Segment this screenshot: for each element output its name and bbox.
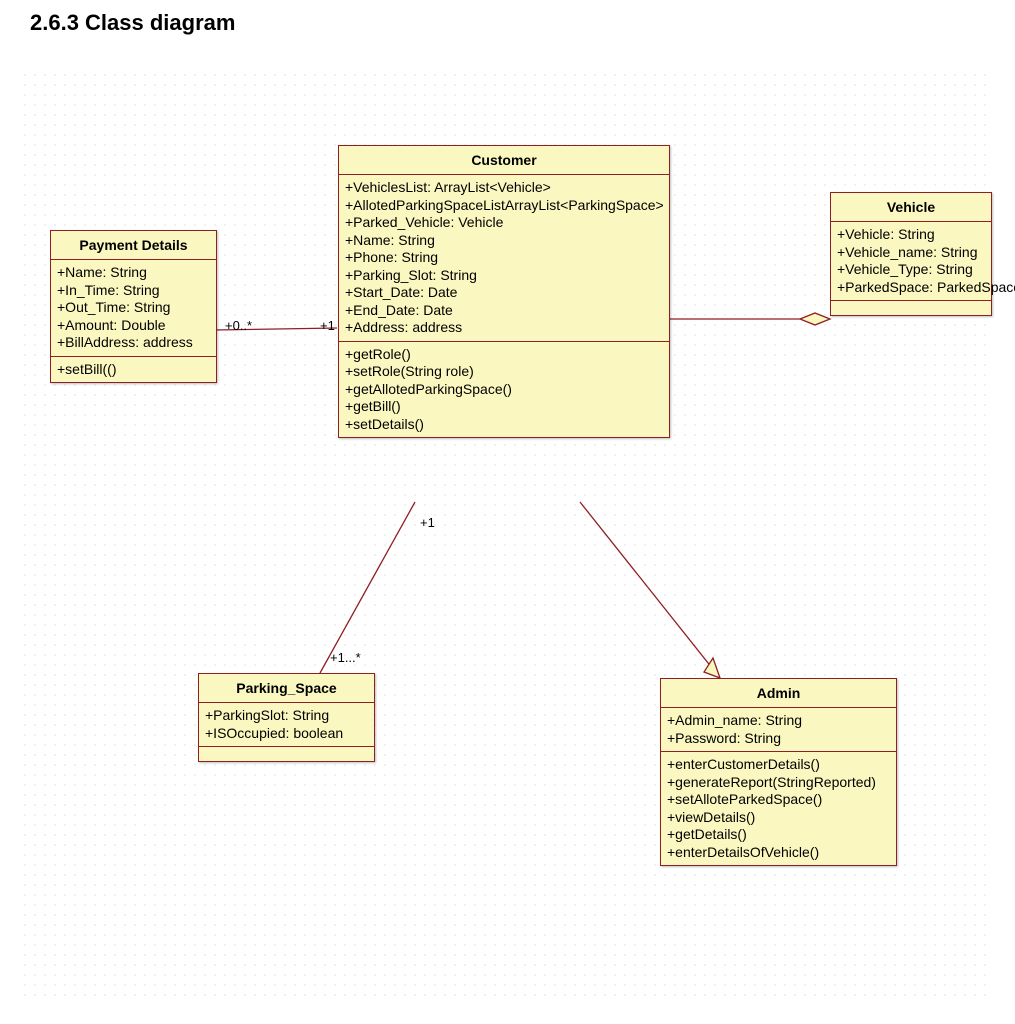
operation: +setRole(String role): [345, 363, 663, 381]
class-name: Vehicle: [831, 193, 991, 222]
aggregation-diamond-icon: [800, 313, 830, 325]
operations-section: +enterCustomerDetails() +generateReport(…: [661, 752, 896, 865]
attribute: +Parked_Vehicle: Vehicle: [345, 214, 663, 232]
mult-payment-side: +0..*: [225, 318, 252, 333]
operations-section: [831, 301, 991, 315]
attribute: +Vehicle_Type: String: [837, 261, 985, 279]
operation: +enterCustomerDetails(): [667, 756, 890, 774]
operation: +setDetails(): [345, 416, 663, 434]
attribute: +BillAddress: address: [57, 334, 210, 352]
attribute: +Amount: Double: [57, 317, 210, 335]
attribute: +Start_Date: Date: [345, 284, 663, 302]
class-vehicle[interactable]: Vehicle +Vehicle: String +Vehicle_name: …: [830, 192, 992, 316]
operations-section: +getRole() +setRole(String role) +getAll…: [339, 342, 669, 438]
attribute: +ParkingSlot: String: [205, 707, 368, 725]
attribute: +Phone: String: [345, 249, 663, 267]
class-payment-details[interactable]: Payment Details +Name: String +In_Time: …: [50, 230, 217, 383]
class-customer[interactable]: Customer +VehiclesList: ArrayList<Vehicl…: [338, 145, 670, 438]
gen-admin-customer: [580, 502, 720, 678]
class-name: Customer: [339, 146, 669, 175]
operations-section: +setBill((): [51, 357, 216, 383]
class-name: Parking_Space: [199, 674, 374, 703]
attribute: +VehiclesList: ArrayList<Vehicle>: [345, 179, 663, 197]
assoc-customer-parking: [320, 502, 415, 673]
mult-customer-parking-bottom: +1...*: [330, 650, 361, 665]
mult-customer-side: +1: [320, 318, 335, 333]
attribute: +In_Time: String: [57, 282, 210, 300]
operation: +generateReport(StringReported): [667, 774, 890, 792]
attribute: +ISOccupied: boolean: [205, 725, 368, 743]
attribute: +Vehicle: String: [837, 226, 985, 244]
mult-customer-parking-top: +1: [420, 515, 435, 530]
operation: +getRole(): [345, 346, 663, 364]
section-heading: 2.6.3 Class diagram: [30, 10, 235, 36]
class-name: Payment Details: [51, 231, 216, 260]
attributes-section: +Vehicle: String +Vehicle_name: String +…: [831, 222, 991, 301]
class-parking-space[interactable]: Parking_Space +ParkingSlot: String +ISOc…: [198, 673, 375, 762]
operation: +getDetails(): [667, 826, 890, 844]
operation: +viewDetails(): [667, 809, 890, 827]
attributes-section: +Admin_name: String +Password: String: [661, 708, 896, 752]
attribute: +ParkedSpace: ParkedSpace: [837, 279, 985, 297]
attribute: +Password: String: [667, 730, 890, 748]
attributes-section: +VehiclesList: ArrayList<Vehicle> +Allot…: [339, 175, 669, 342]
operations-section: [199, 747, 374, 761]
attribute: +Name: String: [57, 264, 210, 282]
operation: +setBill((): [57, 361, 210, 379]
operation: +getBill(): [345, 398, 663, 416]
operation: +enterDetailsOfVehicle(): [667, 844, 890, 862]
class-name: Admin: [661, 679, 896, 708]
attribute: +Out_Time: String: [57, 299, 210, 317]
attribute: +Admin_name: String: [667, 712, 890, 730]
attribute: +AllotedParkingSpaceListArrayList<Parkin…: [345, 197, 663, 215]
attributes-section: +ParkingSlot: String +ISOccupied: boolea…: [199, 703, 374, 747]
attribute: +Name: String: [345, 232, 663, 250]
attributes-section: +Name: String +In_Time: String +Out_Time…: [51, 260, 216, 357]
operation: +getAllotedParkingSpace(): [345, 381, 663, 399]
attribute: +Vehicle_name: String: [837, 244, 985, 262]
attribute: +End_Date: Date: [345, 302, 663, 320]
operation: +setAlloteParkedSpace(): [667, 791, 890, 809]
generalization-arrow-icon: [704, 658, 720, 678]
class-admin[interactable]: Admin +Admin_name: String +Password: Str…: [660, 678, 897, 866]
attribute: +Address: address: [345, 319, 663, 337]
attribute: +Parking_Slot: String: [345, 267, 663, 285]
diagram-canvas: +0..* +1 +1 +1...* Customer +VehiclesLis…: [20, 70, 990, 1000]
